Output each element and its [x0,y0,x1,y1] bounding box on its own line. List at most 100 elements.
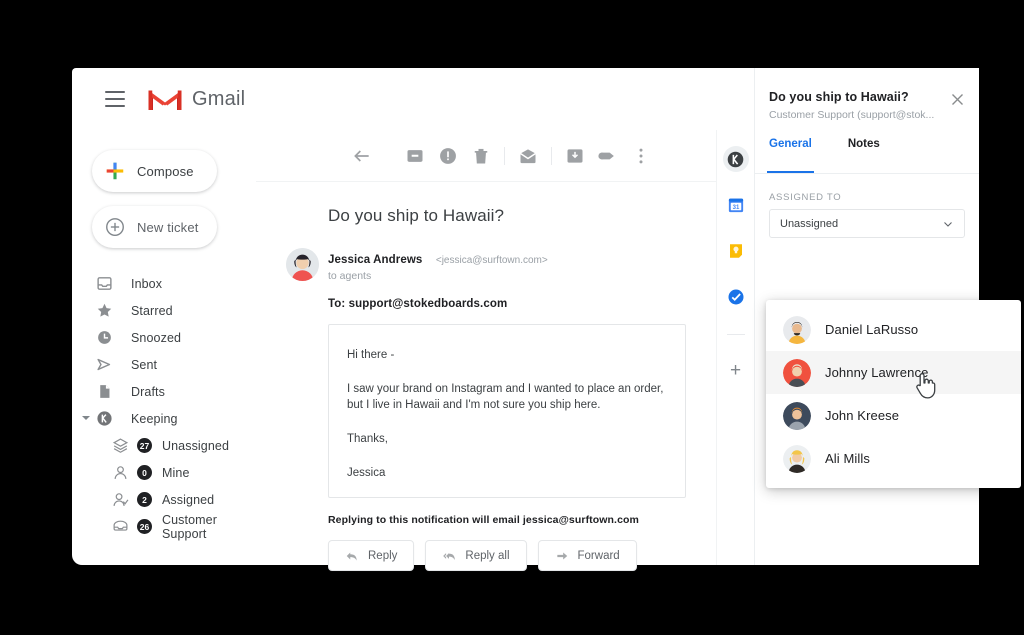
tab-notes[interactable]: Notes [848,138,880,173]
sidebar-item-label: Unassigned [162,438,230,453]
new-ticket-button[interactable]: New ticket [92,206,217,248]
forward-icon [556,552,567,559]
dropdown-option-ali-mills[interactable]: Ali Mills [766,437,1021,480]
mark-unread-icon[interactable] [518,146,538,166]
reply-all-icon [443,552,456,560]
gmail-app-window: Gmail G Suite Com [72,68,1021,571]
chevron-down-icon [944,221,952,227]
left-sidebar: Compose New ticket Inbox Starred Snoozed… [72,130,256,565]
archive-icon[interactable] [405,146,425,166]
add-addon-button[interactable]: + [730,361,741,380]
toolbar-divider [551,146,552,165]
sidebar-item-label: Snoozed [131,330,182,345]
sidebar-item-assigned[interactable]: 2 Assigned [72,486,256,513]
assigned-to-label: ASSIGNED TO [769,192,842,203]
unread-count-badge: 2 [137,492,152,507]
unread-count-badge: 0 [137,465,152,480]
draft-icon [100,385,110,398]
assignee-dropdown-menu: Daniel LaRusso Johnny Lawrence John Kree… [766,300,1021,488]
sidebar-item-label: Assigned [162,492,215,507]
assigned-to-select[interactable]: Unassigned [769,209,965,238]
ticket-subtitle: Customer Support (support@stok... [769,109,935,121]
reply-icon [346,552,357,561]
keeping-addon-icon[interactable] [722,130,758,172]
sidebar-item-label: Customer Support [162,512,217,541]
sidebar-item-keeping[interactable]: Keeping [72,405,256,432]
reply-label: Reply [368,549,398,562]
addon-rail: 31 + [716,130,758,565]
avatar [783,315,811,344]
reply-button[interactable]: Reply [328,540,415,571]
sidebar-item-drafts[interactable]: Drafts [72,378,256,405]
sender-info: Jessica Andrews <jessica@surftown.com> t… [328,248,548,282]
reply-notification-note: Replying to this notification will email… [328,514,639,526]
google-keep-icon[interactable] [727,242,745,260]
person-icon [114,466,127,479]
dropdown-option-daniel-larusso[interactable]: Daniel LaRusso [766,308,1021,351]
compose-button[interactable]: Compose [92,150,217,192]
sidebar-item-customer-support[interactable]: 26 Customer Support [72,512,256,541]
gmail-brand-label: Gmail [192,87,246,110]
delete-icon[interactable] [471,146,491,166]
dropdown-option-johnny-lawrence[interactable]: Johnny Lawrence [766,351,1021,394]
sidebar-item-label: Drafts [131,384,165,399]
ticket-title: Do you ship to Hawaii? [769,90,909,104]
close-icon[interactable] [950,92,965,107]
assigned-to-value: Unassigned [780,217,839,230]
avatar [783,444,811,473]
sidebar-item-label: Inbox [131,276,163,291]
plus-circle-icon [106,218,124,236]
new-ticket-label: New ticket [137,219,199,235]
sidebar-item-starred[interactable]: Starred [72,297,256,324]
more-options-icon[interactable] [631,146,651,166]
gmail-header: Gmail [72,68,682,130]
toolbar-divider [504,146,505,165]
body-paragraph: I saw your brand on Instagram and I want… [347,382,664,412]
sender-to-line: to agents [328,270,372,282]
recipient-line: To: support@stokedboards.com [328,298,508,310]
layers-icon [112,438,129,453]
inbox-tray-icon [113,520,128,531]
send-icon [97,358,111,371]
avatar [783,358,811,387]
forward-label: Forward [577,549,620,562]
sidebar-item-mine[interactable]: 0 Mine [72,459,256,486]
unread-count-badge: 26 [137,519,152,534]
gmail-logo[interactable]: Gmail [147,86,245,113]
hamburger-icon[interactable] [105,91,125,107]
plus-colored-icon [106,162,124,180]
sidebar-item-unassigned[interactable]: 27 Unassigned [72,432,256,459]
rail-divider [726,334,745,335]
body-paragraph: Hi there - [347,349,395,361]
google-tasks-icon[interactable] [727,288,745,306]
ticket-panel-header: Do you ship to Hawaii? Customer Support … [755,68,979,130]
pointing-hand-cursor [916,373,936,399]
reply-all-label: Reply all [465,549,510,562]
sidebar-item-label: Sent [131,357,158,372]
body-paragraph: Jessica [347,466,386,479]
message-pane: Do you ship to Hawaii? Jessica Andrews <… [256,130,716,571]
sidebar-item-sent[interactable]: Sent [72,351,256,378]
chevron-expand-icon[interactable] [82,416,90,420]
sender-email: <jessica@surftown.com> [435,255,548,266]
gmail-m-logo-icon [148,90,182,110]
forward-button[interactable]: Forward [537,540,637,571]
google-calendar-icon[interactable]: 31 [727,196,745,214]
report-spam-icon[interactable] [438,146,458,166]
move-to-inbox-icon[interactable] [565,146,585,166]
reply-actions: Reply Reply all Forward [328,540,716,571]
sidebar-item-snoozed[interactable]: Snoozed [72,324,256,351]
sidebar-item-label: Keeping [131,411,178,426]
sender-name: Jessica Andrews [328,254,423,266]
star-icon [97,303,112,317]
tab-general[interactable]: General [767,138,814,173]
label-icon[interactable] [598,146,618,166]
person-check-icon [113,493,129,506]
message-toolbar [256,130,716,182]
dropdown-option-label: Ali Mills [825,451,870,466]
clock-icon [98,331,111,344]
back-icon[interactable] [352,146,372,166]
sidebar-item-inbox[interactable]: Inbox [72,270,256,297]
reply-all-button[interactable]: Reply all [425,540,527,571]
dropdown-option-john-kreese[interactable]: John Kreese [766,394,1021,437]
